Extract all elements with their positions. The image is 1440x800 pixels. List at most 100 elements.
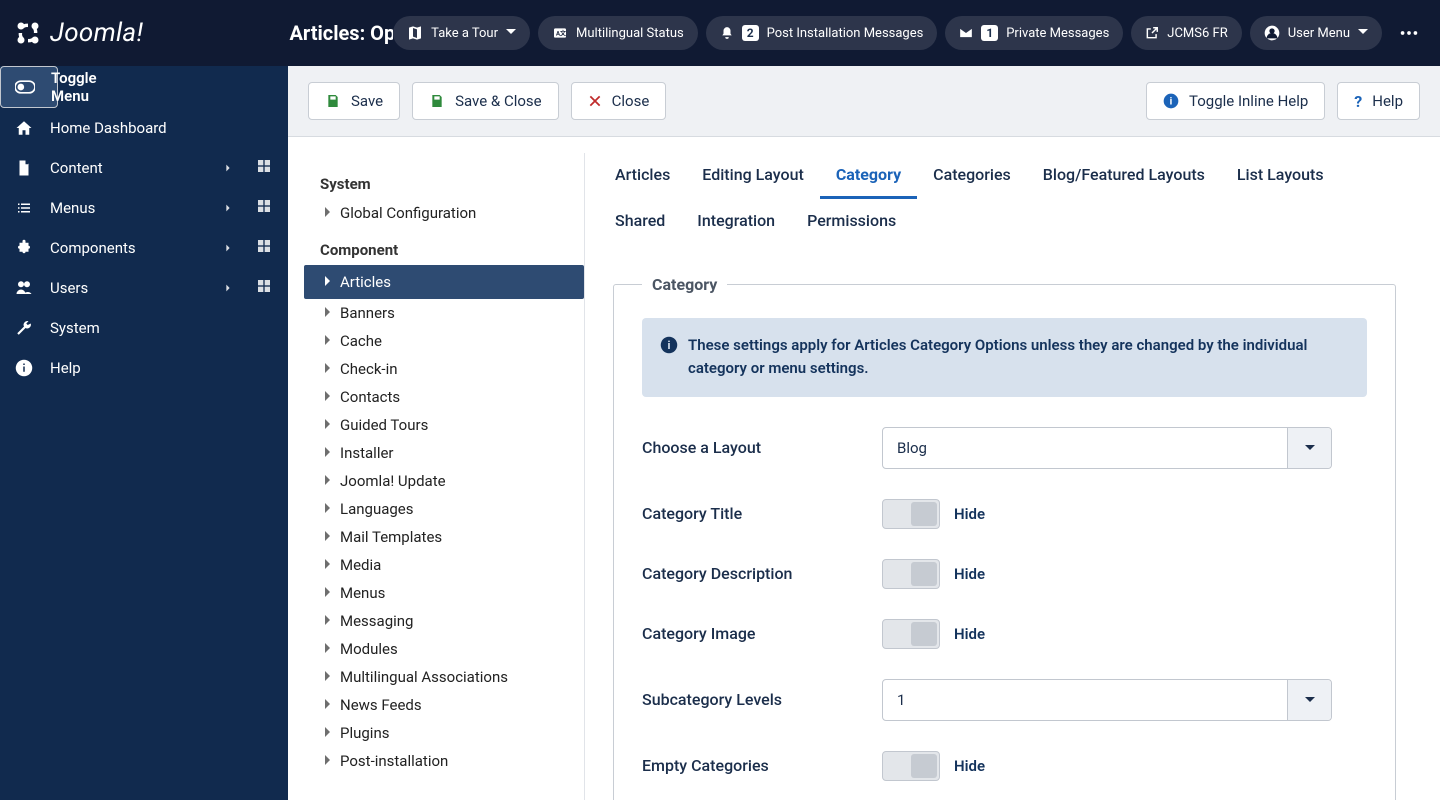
tree-item-label: Guided Tours — [340, 416, 428, 434]
chevron-right-icon — [324, 474, 334, 488]
tree-item-cache[interactable]: Cache — [320, 327, 568, 355]
subcategory-levels-select[interactable]: 1 — [882, 679, 1332, 721]
dashboard-icon[interactable] — [254, 198, 274, 218]
save-button[interactable]: Save — [308, 82, 400, 120]
tree-item-global-config[interactable]: Global Configuration — [320, 199, 568, 227]
external-link-icon — [1145, 26, 1159, 40]
take-tour-button[interactable]: Take a Tour — [393, 16, 530, 50]
pill-label: User Menu — [1288, 26, 1350, 41]
toggle-value-label: Hide — [954, 505, 985, 523]
save-close-button[interactable]: Save & Close — [412, 82, 559, 120]
toolbar: Save Save & Close Close i Toggle Inline … — [288, 66, 1440, 137]
tree-item-messaging[interactable]: Messaging — [320, 607, 568, 635]
tree-item-label: Cache — [340, 332, 382, 350]
tree-item-menus[interactable]: Menus — [320, 579, 568, 607]
save-icon — [429, 93, 445, 109]
info-alert: i These settings apply for Articles Cate… — [642, 318, 1367, 397]
layout-select[interactable]: Blog — [882, 427, 1332, 469]
tab-category[interactable]: Category — [820, 153, 917, 199]
category-title-toggle[interactable] — [882, 499, 940, 529]
chevron-right-icon — [324, 558, 334, 572]
toggle-icon — [15, 80, 35, 94]
tab-permissions[interactable]: Permissions — [791, 199, 912, 245]
sidebar-item-label: Content — [50, 159, 202, 177]
header-actions: Take a Tour A文 Multilingual Status 2 Pos… — [393, 16, 1428, 50]
sidebar-item-home-dashboard[interactable]: Home Dashboard — [0, 108, 288, 148]
tree-item-label: News Feeds — [340, 696, 422, 714]
fieldset-legend: Category — [642, 275, 727, 294]
private-messages-button[interactable]: 1 Private Messages — [945, 16, 1123, 50]
post-install-messages-button[interactable]: 2 Post Installation Messages — [706, 16, 938, 50]
dashboard-icon[interactable] — [254, 158, 274, 178]
sidebar-item-content[interactable]: Content — [0, 148, 288, 188]
help-button[interactable]: ? Help — [1337, 82, 1420, 120]
category-description-toggle[interactable] — [882, 559, 940, 589]
brand-text: Joomla! — [50, 18, 143, 48]
tree-item-modules[interactable]: Modules — [320, 635, 568, 663]
toggle-menu-button[interactable]: Toggle Menu — [0, 66, 58, 108]
tab-articles[interactable]: Articles — [599, 153, 686, 199]
tree-item-multilingual-associations[interactable]: Multilingual Associations — [320, 663, 568, 691]
tab-editing-layout[interactable]: Editing Layout — [686, 153, 820, 199]
user-menu-button[interactable]: User Menu — [1250, 16, 1382, 50]
field-label: Subcategory Levels — [642, 690, 882, 709]
category-image-toggle[interactable] — [882, 619, 940, 649]
tab-categories[interactable]: Categories — [917, 153, 1027, 199]
tree-item-label: Check-in — [340, 360, 398, 378]
tree-item-joomla-update[interactable]: Joomla! Update — [320, 467, 568, 495]
chevron-right-icon — [218, 159, 238, 177]
tab-blog-featured-layouts[interactable]: Blog/Featured Layouts — [1027, 153, 1221, 199]
chevron-right-icon — [324, 275, 334, 289]
tree-item-banners[interactable]: Banners — [320, 299, 568, 327]
chevron-right-icon — [324, 754, 334, 768]
tree-item-plugins[interactable]: Plugins — [320, 719, 568, 747]
field-label: Category Title — [642, 504, 882, 523]
private-messages-count-badge: 1 — [981, 25, 998, 41]
multilingual-status-button[interactable]: A文 Multilingual Status — [538, 16, 698, 50]
info-text: These settings apply for Articles Catego… — [688, 334, 1349, 381]
tree-item-check-in[interactable]: Check-in — [320, 355, 568, 383]
sidebar-item-users[interactable]: Users — [0, 268, 288, 308]
tree-heading-system: System — [320, 175, 568, 193]
svg-text:i: i — [668, 339, 671, 352]
tab-shared[interactable]: Shared — [599, 199, 681, 245]
tree-item-media[interactable]: Media — [320, 551, 568, 579]
ellipsis-icon — [1398, 22, 1420, 44]
tree-item-installer[interactable]: Installer — [320, 439, 568, 467]
tree-item-guided-tours[interactable]: Guided Tours — [320, 411, 568, 439]
dashboard-icon[interactable] — [254, 278, 274, 298]
chevron-right-icon — [324, 362, 334, 376]
field-category-description: Category Description Hide — [642, 559, 1367, 589]
chevron-down-icon — [506, 26, 516, 41]
select-value: Blog — [897, 439, 927, 457]
puzzle-icon — [15, 239, 33, 257]
toggle-value-label: Hide — [954, 565, 985, 583]
tab-list-layouts[interactable]: List Layouts — [1221, 153, 1340, 199]
sidebar-item-components[interactable]: Components — [0, 228, 288, 268]
chevron-right-icon — [324, 726, 334, 740]
sidebar-item-system[interactable]: System — [0, 308, 288, 348]
empty-categories-toggle[interactable] — [882, 751, 940, 781]
tree-item-news-feeds[interactable]: News Feeds — [320, 691, 568, 719]
tree-item-contacts[interactable]: Contacts — [320, 383, 568, 411]
sidebar-item-label: Users — [50, 279, 202, 297]
sidebar-item-label: Home Dashboard — [50, 119, 238, 137]
tree-item-label: Plugins — [340, 724, 389, 742]
sidebar-item-label: Toggle Menu — [51, 69, 97, 105]
tree-item-label: Joomla! Update — [340, 472, 446, 490]
tree-item-articles[interactable]: Articles — [304, 265, 584, 299]
sidebar-item-help[interactable]: Help — [0, 348, 288, 388]
dashboard-icon[interactable] — [254, 238, 274, 258]
close-button[interactable]: Close — [571, 82, 667, 120]
tab-integration[interactable]: Integration — [681, 199, 791, 245]
user-icon — [1264, 25, 1280, 41]
more-menu-button[interactable] — [1390, 22, 1428, 44]
button-label: Save & Close — [455, 92, 542, 110]
tree-item-mail-templates[interactable]: Mail Templates — [320, 523, 568, 551]
sidebar-item-menus[interactable]: Menus — [0, 188, 288, 228]
toggle-inline-help-button[interactable]: i Toggle Inline Help — [1146, 82, 1325, 120]
tree-item-post-installation[interactable]: Post-installation — [320, 747, 568, 775]
tree-item-label: Menus — [340, 584, 385, 602]
frontend-link-button[interactable]: JCMS6 FR — [1131, 16, 1241, 50]
tree-item-languages[interactable]: Languages — [320, 495, 568, 523]
